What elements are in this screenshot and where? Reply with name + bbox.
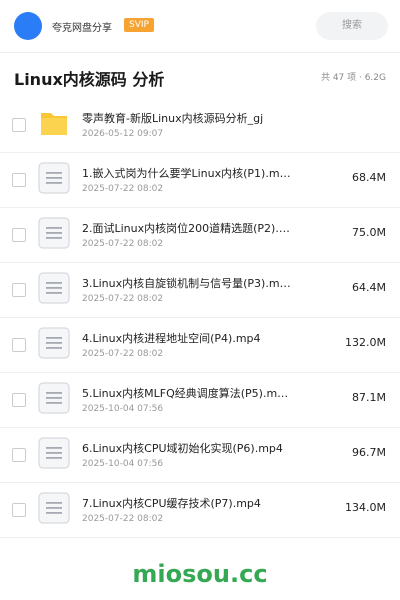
file-row[interactable]: 6.Linux内核CPU域初始化实现(P6).mp4 2025-10-04 07:… bbox=[0, 428, 400, 483]
file-row[interactable]: 3.Linux内核自旋锁机制与信号量(P3).mp4 2025-07-22 08:… bbox=[0, 263, 400, 318]
file-date: 2025-07-22 08:02 bbox=[82, 349, 164, 359]
row-checkbox[interactable] bbox=[12, 503, 26, 517]
file-name[interactable]: 5.Linux内核MLFQ经典调度算法(P5).m… bbox=[82, 385, 292, 401]
folder-icon bbox=[38, 107, 70, 139]
video-file-icon bbox=[38, 492, 70, 524]
avatar[interactable] bbox=[14, 12, 42, 40]
video-file-icon bbox=[38, 272, 70, 304]
file-name[interactable]: 7.Linux内核CPU缓存技术(P7).mp4 bbox=[82, 495, 292, 511]
search-button[interactable]: 搜索 bbox=[316, 12, 388, 40]
file-name[interactable]: 3.Linux内核自旋锁机制与信号量(P3).mp4 bbox=[82, 275, 292, 291]
file-row[interactable]: 1.嵌入式岗为什么要学Linux内核(P1).mp4 2025-07-22 08:… bbox=[0, 153, 400, 208]
file-date: 2025-10-04 07:56 bbox=[82, 459, 164, 469]
file-size: 64.4M bbox=[352, 281, 386, 294]
file-row[interactable]: 零声教育-新版Linux内核源码分析_gj 2026-05-12 09:07 bbox=[0, 98, 400, 153]
row-checkbox[interactable] bbox=[12, 118, 26, 132]
file-name[interactable]: 2.面试Linux内核岗位200道精选题(P2).… bbox=[82, 220, 292, 236]
row-checkbox[interactable] bbox=[12, 228, 26, 242]
row-checkbox[interactable] bbox=[12, 173, 26, 187]
svip-badge: SVIP bbox=[124, 18, 154, 32]
video-file-icon bbox=[38, 327, 70, 359]
folder-stats: 共 47 项 · 6.2G bbox=[320, 73, 386, 83]
file-size: 87.1M bbox=[352, 391, 386, 404]
file-size: 134.0M bbox=[345, 501, 386, 514]
file-date: 2026-05-12 09:07 bbox=[82, 129, 164, 139]
file-row[interactable]: 4.Linux内核进程地址空间(P4).mp4 2025-07-22 08:02 1… bbox=[0, 318, 400, 373]
file-size: 68.4M bbox=[352, 171, 386, 184]
file-size: 132.0M bbox=[345, 336, 386, 349]
file-name[interactable]: 零声教育-新版Linux内核源码分析_gj bbox=[82, 110, 372, 126]
file-date: 2025-10-04 07:56 bbox=[82, 404, 164, 414]
file-row[interactable]: 7.Linux内核CPU缓存技术(P7).mp4 2025-07-22 08:02… bbox=[0, 483, 400, 538]
video-file-icon bbox=[38, 382, 70, 414]
row-checkbox[interactable] bbox=[12, 393, 26, 407]
share-title: 夸克网盘分享 bbox=[52, 23, 112, 34]
file-row[interactable]: 5.Linux内核MLFQ经典调度算法(P5).m… 2025-10-04 07:… bbox=[0, 373, 400, 428]
watermark: miosou.cc bbox=[132, 560, 268, 588]
page-title: Linux内核源码 分析 bbox=[14, 70, 165, 89]
file-date: 2025-07-22 08:02 bbox=[82, 294, 164, 304]
row-checkbox[interactable] bbox=[12, 448, 26, 462]
file-size: 75.0M bbox=[352, 226, 386, 239]
file-name[interactable]: 4.Linux内核进程地址空间(P4).mp4 bbox=[82, 330, 292, 346]
file-list: 零声教育-新版Linux内核源码分析_gj 2026-05-12 09:07 1.嵌… bbox=[0, 98, 400, 538]
row-checkbox[interactable] bbox=[12, 283, 26, 297]
file-date: 2025-07-22 08:02 bbox=[82, 239, 164, 249]
file-date: 2025-07-22 08:02 bbox=[82, 184, 164, 194]
file-size: 96.7M bbox=[352, 446, 386, 459]
video-file-icon bbox=[38, 162, 70, 194]
folder-header: Linux内核源码 分析 共 47 项 · 6.2G bbox=[0, 52, 400, 99]
top-bar: 夸克网盘分享 SVIP 搜索 bbox=[0, 0, 400, 53]
video-file-icon bbox=[38, 217, 70, 249]
row-checkbox[interactable] bbox=[12, 338, 26, 352]
file-name[interactable]: 6.Linux内核CPU域初始化实现(P6).mp4 bbox=[82, 440, 292, 456]
video-file-icon bbox=[38, 437, 70, 469]
file-row[interactable]: 2.面试Linux内核岗位200道精选题(P2).… 2025-07-22 08:… bbox=[0, 208, 400, 263]
file-name[interactable]: 1.嵌入式岗为什么要学Linux内核(P1).mp4 bbox=[82, 165, 292, 181]
file-date: 2025-07-22 08:02 bbox=[82, 514, 164, 524]
